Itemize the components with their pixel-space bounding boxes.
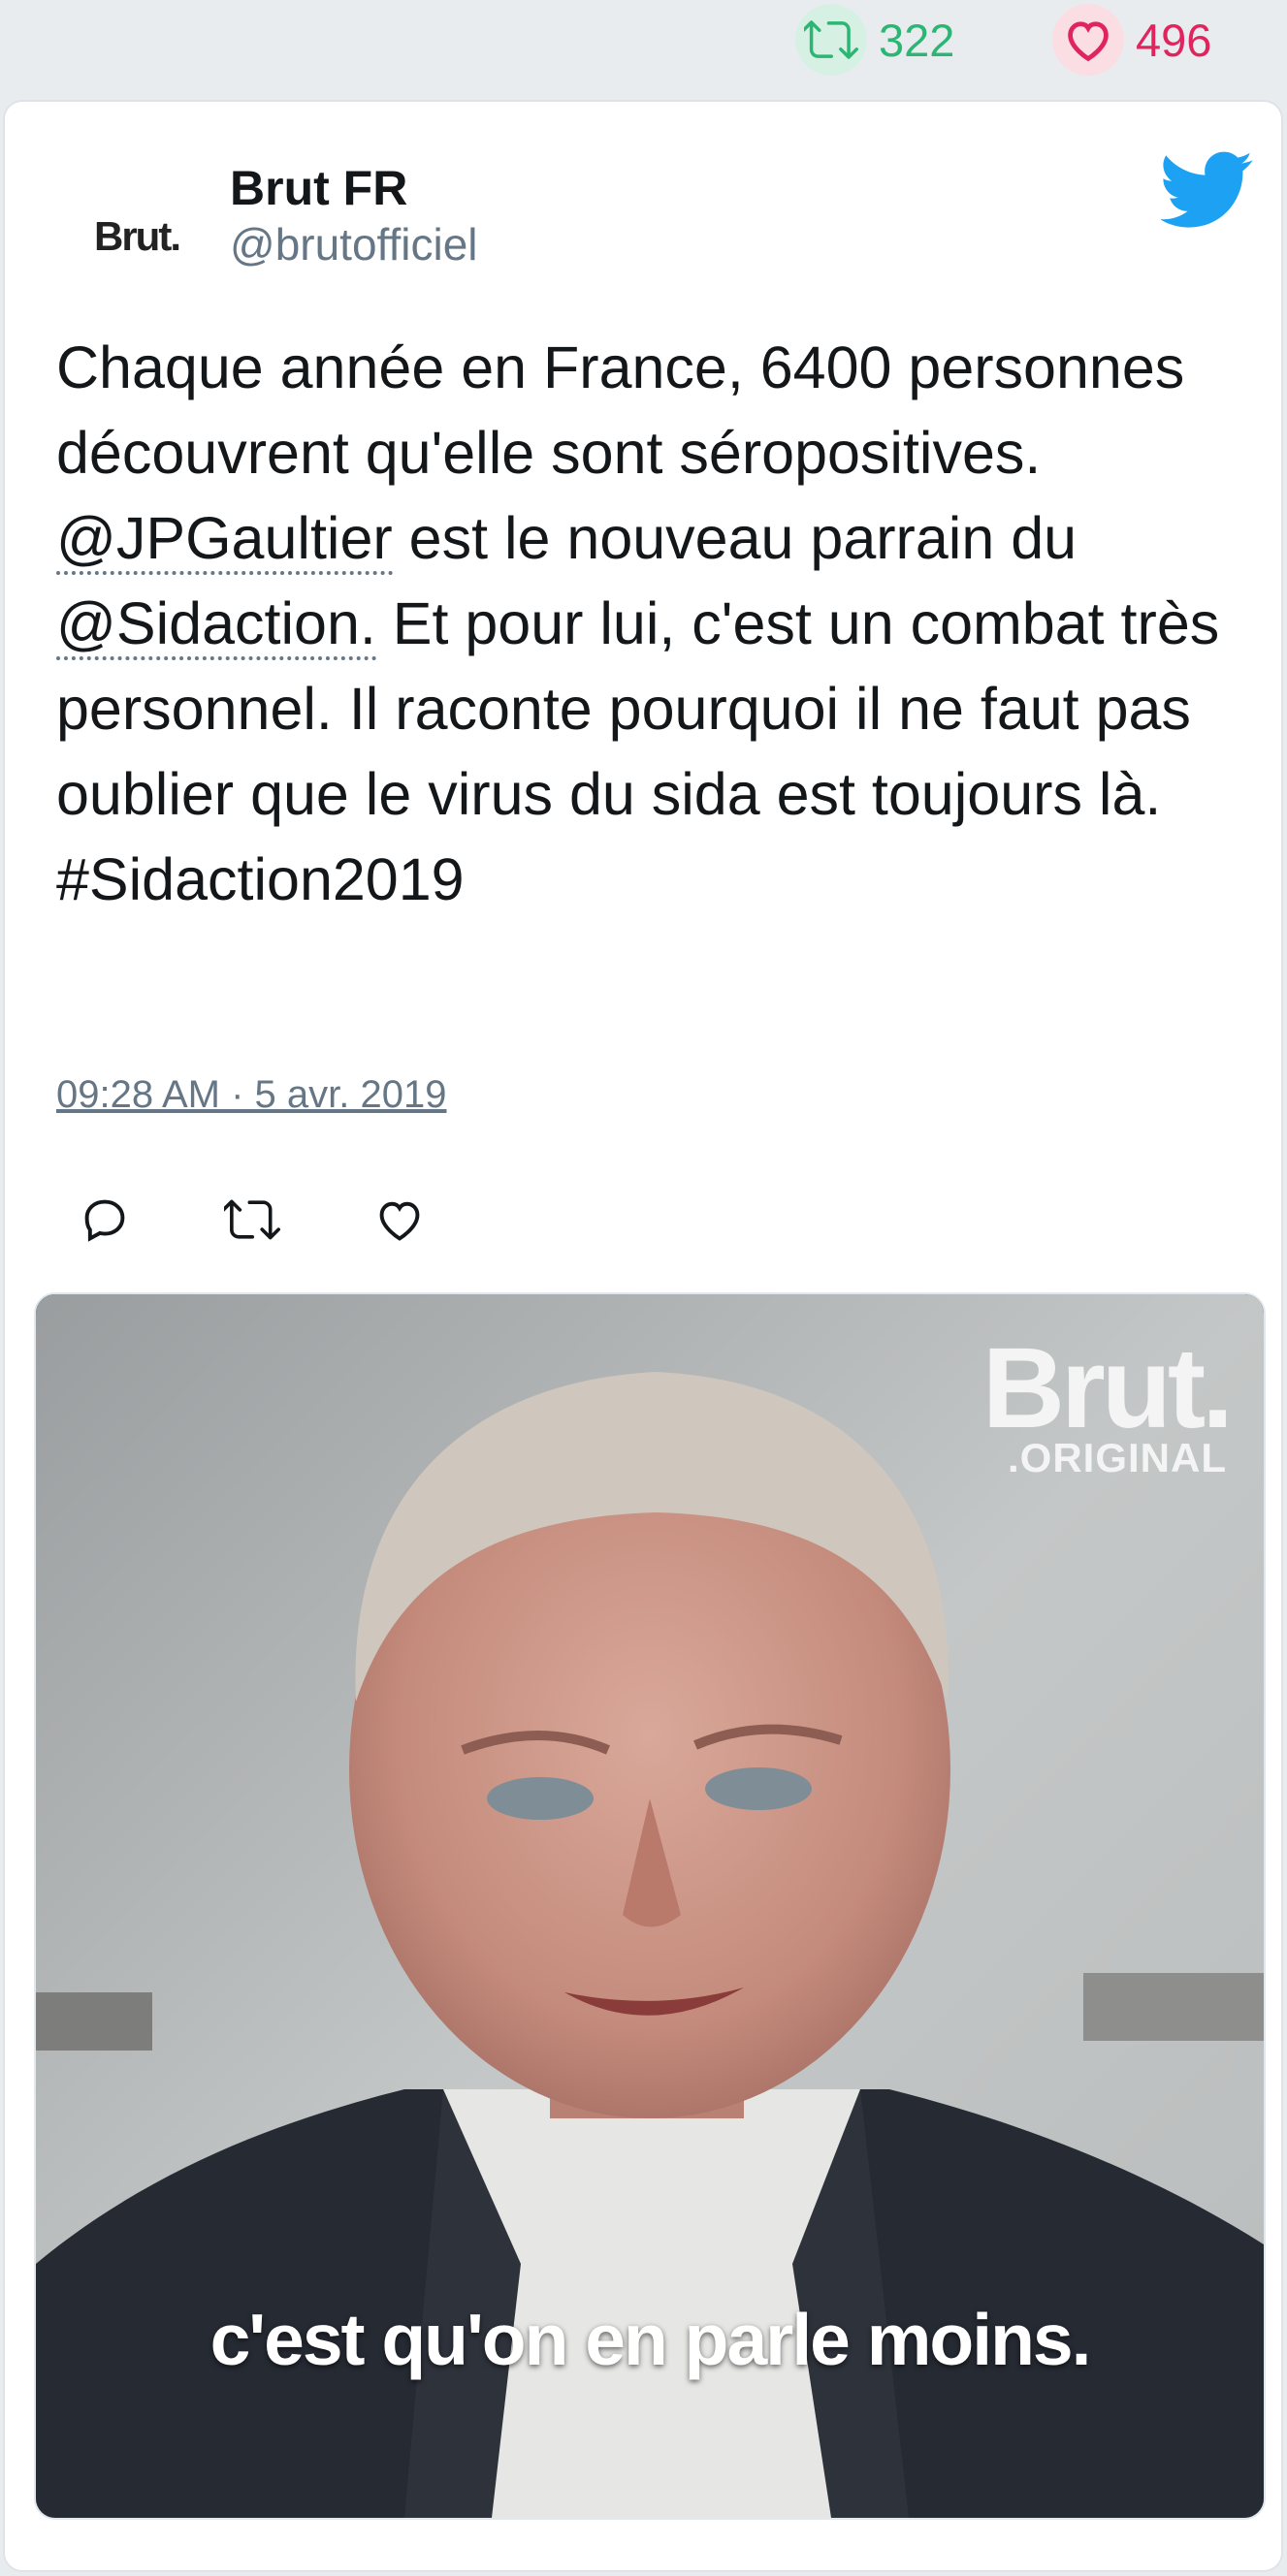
twitter-bird-icon[interactable] (1159, 143, 1254, 236)
heart-icon (1052, 4, 1124, 76)
retweet-stat[interactable]: 322 (795, 4, 955, 76)
tweet-text-part: est le nouveau parrain du (392, 505, 1078, 571)
tweet-text: Chaque année en France, 6400 personnes d… (56, 325, 1259, 922)
mention-jpgaultier[interactable]: @JPGaultier (56, 505, 393, 575)
heart-icon (374, 1194, 425, 1250)
reply-icon (80, 1194, 130, 1250)
user-handle[interactable]: @brutofficiel (230, 218, 478, 270)
tweet-timestamp[interactable]: 09:28 AM · 5 avr. 2019 (56, 1073, 446, 1117)
retweet-icon (221, 1192, 280, 1253)
like-count: 496 (1136, 14, 1212, 66)
avatar-logo: Brut. (94, 213, 181, 259)
retweet-button[interactable] (218, 1188, 286, 1256)
like-button[interactable] (366, 1188, 434, 1256)
retweet-icon (795, 4, 867, 76)
tweet-card: Brut. Brut FR @brutofficiel Chaque année… (3, 100, 1283, 2572)
video-media[interactable]: Brut. .ORIGINAL c'est qu'on en parle moi… (34, 1292, 1266, 2520)
original-watermark: .ORIGINAL (1008, 1435, 1227, 1480)
tweet-text-part: Chaque année en France, 6400 personnes d… (56, 334, 1185, 486)
reply-button[interactable] (71, 1188, 139, 1256)
video-subtitle: c'est qu'on en parle moins. (209, 2299, 1092, 2380)
avatar[interactable]: Brut. (75, 175, 199, 299)
tweet-actions (71, 1188, 434, 1256)
engagement-bar: 322 496 (0, 0, 1287, 97)
user-name[interactable]: Brut FR (230, 160, 407, 216)
retweet-count: 322 (879, 14, 955, 66)
like-stat[interactable]: 496 (1052, 4, 1212, 76)
mention-sidaction[interactable]: @Sidaction. (56, 590, 376, 660)
brut-watermark: Brut. (981, 1324, 1234, 1452)
